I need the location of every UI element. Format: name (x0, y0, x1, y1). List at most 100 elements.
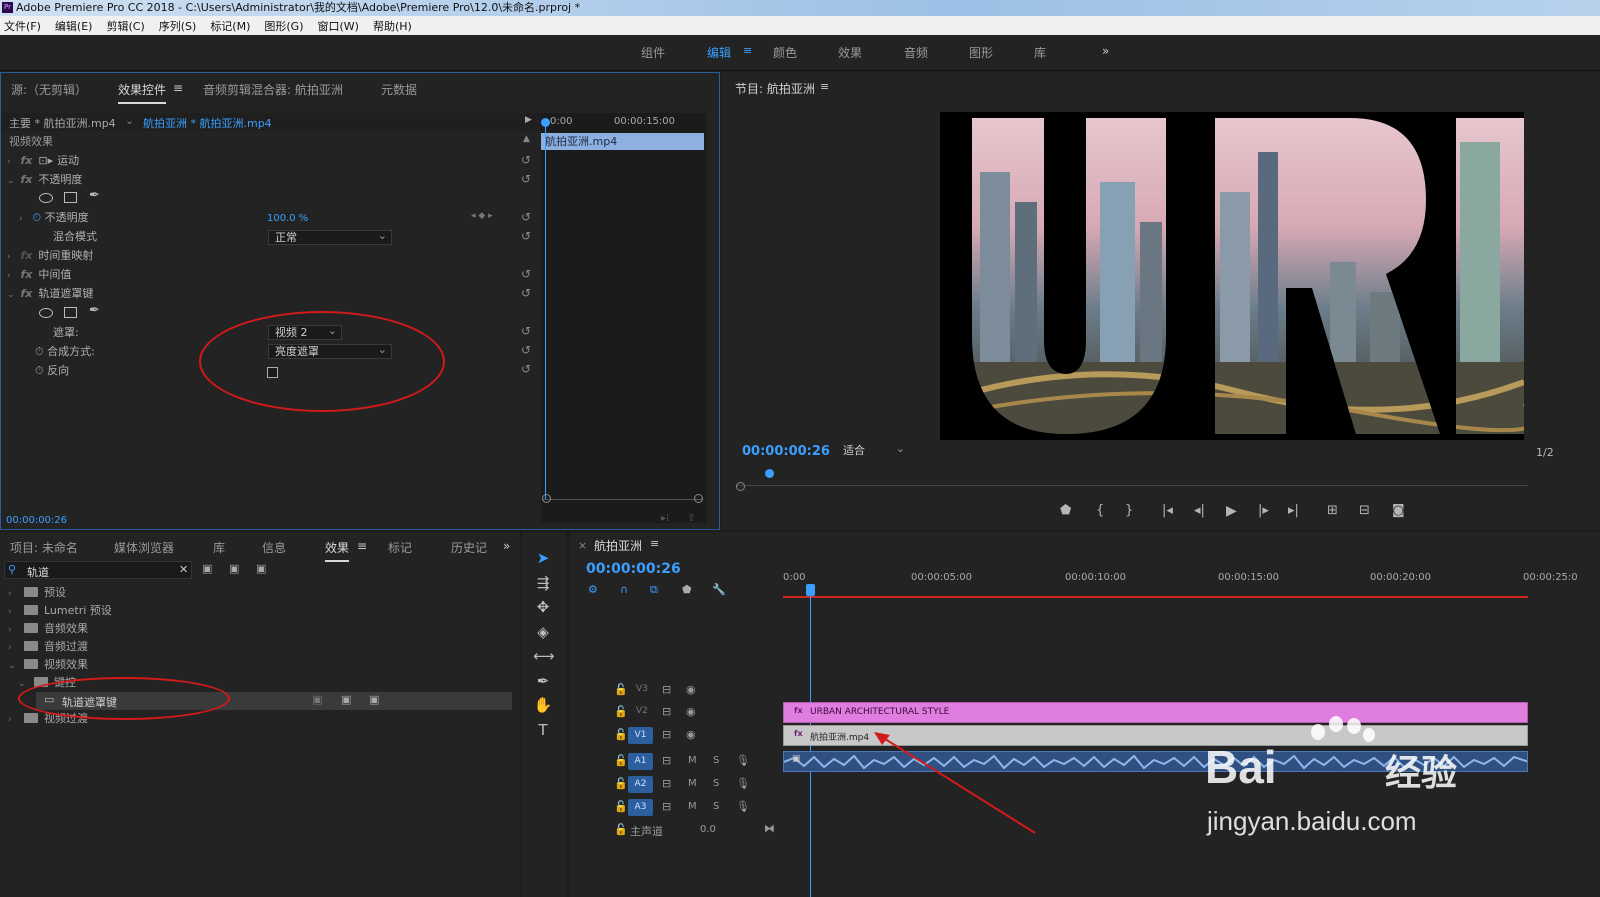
panel-menu-icon[interactable]: ≡ (357, 539, 367, 553)
lock-icon[interactable]: 🔓 (614, 705, 628, 718)
chevron-down-icon[interactable]: ⌄ (8, 657, 18, 675)
master-volume-value[interactable]: 0.0 (700, 824, 716, 835)
rectangle-mask-icon[interactable] (64, 307, 77, 318)
workspace-libraries[interactable]: 库 (1034, 44, 1046, 61)
blend-mode-dropdown[interactable]: 正常 (268, 229, 392, 245)
stopwatch-icon[interactable]: ⏱ (35, 364, 44, 377)
play-icon[interactable]: ▶ (1226, 503, 1237, 519)
tab-effects[interactable]: 效果 (325, 539, 350, 562)
mark-in-icon[interactable]: { (1096, 503, 1104, 518)
workspace-audio[interactable]: 音频 (904, 44, 928, 61)
reset-icon[interactable]: ↺ (519, 362, 533, 376)
collapse-arrow-icon[interactable]: ▲ (523, 134, 530, 144)
workspace-editing[interactable]: 编辑 (707, 44, 731, 61)
eye-icon[interactable]: ◉ (686, 705, 696, 718)
chevron-right-icon[interactable]: › (8, 639, 18, 657)
pen-tool-icon[interactable]: ✒ (533, 671, 553, 691)
lock-icon[interactable]: 🔓 (614, 800, 628, 813)
ec-playhead-handle[interactable] (541, 118, 550, 127)
effect-motion[interactable]: › fx ⊡▸ 运动 (7, 151, 79, 170)
workspace-effects[interactable]: 效果 (838, 44, 862, 61)
track-label-v1[interactable]: V1 (628, 727, 653, 744)
fx-icon[interactable]: fx (21, 268, 33, 281)
export-icon[interactable]: ⇪ (687, 513, 695, 524)
solo-button[interactable]: S (713, 755, 719, 766)
type-tool-icon[interactable]: T (533, 720, 553, 740)
slip-tool-icon[interactable]: ⟷ (533, 646, 555, 666)
chevron-down-icon[interactable]: ⌄ (7, 286, 17, 305)
razor-tool-icon[interactable]: ◈ (533, 622, 553, 642)
sequence-clip-label[interactable]: 航拍亚洲 * 航拍亚洲.mp4 (143, 115, 272, 131)
lock-icon[interactable]: 🔓 (614, 683, 628, 696)
effects-folder-lumetri[interactable]: › Lumetri 预设 (8, 602, 112, 620)
master-clip-label[interactable]: 主要 * 航拍亚洲.mp4 (9, 115, 116, 131)
fit-dropdown[interactable]: 适合 (837, 442, 909, 459)
solo-button[interactable]: S (713, 801, 719, 812)
selection-tool-icon[interactable]: ➤ (533, 548, 553, 568)
reset-icon[interactable]: ↺ (519, 286, 533, 300)
timeline-ruler[interactable]: 0:00 00:00:05:00 00:00:10:00 00:00:15:00… (783, 566, 1600, 590)
yuv-effects-icon[interactable]: ▣ (256, 562, 266, 575)
chevron-down-icon[interactable]: ⌄ (7, 172, 17, 191)
sync-lock-icon[interactable]: ⊟ (662, 728, 671, 741)
ellipse-mask-icon[interactable] (39, 193, 53, 203)
opacity-value[interactable]: 100.0 % (267, 213, 308, 224)
snap-magnet-icon[interactable]: ∩ (620, 583, 628, 596)
reset-icon[interactable]: ↺ (519, 229, 533, 243)
menu-clip[interactable]: 剪辑(C) (106, 18, 144, 34)
sync-lock-icon[interactable]: ⊟ (662, 754, 671, 767)
effect-time-remap[interactable]: › fx 时间重映射 (7, 246, 93, 265)
menu-marker[interactable]: 标记(M) (210, 18, 250, 34)
stopwatch-icon[interactable]: ⏱ (35, 345, 44, 358)
workspace-color[interactable]: 颜色 (773, 44, 797, 61)
search-input[interactable]: 轨道 (27, 564, 49, 580)
export-frame-camera-icon[interactable]: ◙ (1392, 503, 1405, 518)
workspace-more-icon[interactable]: » (1102, 44, 1109, 58)
microphone-icon[interactable]: 🎙 (736, 800, 750, 813)
tab-media-browser[interactable]: 媒体浏览器 (114, 539, 174, 556)
panel-menu-icon[interactable]: ≡ (173, 81, 183, 95)
resolution-dropdown[interactable]: 1/2 (1536, 446, 1554, 459)
lock-icon[interactable]: 🔓 (614, 823, 628, 836)
rectangle-mask-icon[interactable] (64, 192, 77, 203)
pen-mask-icon[interactable]: ✒ (89, 303, 100, 318)
program-playhead[interactable] (765, 469, 774, 478)
track-label-a2[interactable]: A2 (628, 776, 653, 793)
mute-button[interactable]: M (688, 755, 697, 766)
tab-history[interactable]: 历史记 (451, 539, 487, 556)
timeline-timecode[interactable]: 00:00:00:26 (586, 561, 681, 577)
effect-median[interactable]: › fx 中间值 (7, 265, 71, 284)
menu-sequence[interactable]: 序列(S) (159, 18, 197, 34)
lock-icon[interactable]: 🔓 (614, 754, 628, 767)
mute-button[interactable]: M (688, 778, 697, 789)
menu-edit[interactable]: 编辑(E) (55, 18, 93, 34)
reset-icon[interactable]: ↺ (519, 153, 533, 167)
go-to-out-icon[interactable]: ▸| (1288, 503, 1299, 518)
ec-clip-bar[interactable]: 航拍亚洲.mp4 (541, 133, 704, 150)
workspace-graphics[interactable]: 图形 (969, 44, 993, 61)
effects-folder-audio-transitions[interactable]: › 音频过渡 (8, 638, 88, 656)
tab-libraries[interactable]: 库 (213, 539, 225, 556)
tab-markers[interactable]: 标记 (388, 539, 412, 556)
program-video-preview[interactable] (940, 112, 1524, 440)
add-marker-icon[interactable]: ⬟ (1060, 503, 1071, 518)
wrench-settings-icon[interactable]: 🔧 (712, 583, 726, 596)
play-arrow-icon[interactable]: ▶ (525, 115, 532, 125)
program-scrub-ruler[interactable] (736, 474, 1528, 486)
reset-icon[interactable]: ↺ (519, 267, 533, 281)
menu-file[interactable]: 文件(F) (4, 18, 41, 34)
effect-track-matte[interactable]: ⌄ fx 轨道遮罩键 (7, 284, 93, 303)
ec-zoom-handle-right[interactable] (694, 494, 703, 503)
stopwatch-icon[interactable]: ⏱ (33, 211, 42, 224)
effects-folder-presets[interactable]: › 预设 (8, 584, 66, 602)
go-to-end-icon[interactable]: ⧓ (764, 822, 775, 835)
effects-folder-audio-effects[interactable]: › 音频效果 (8, 620, 88, 638)
tab-effect-controls[interactable]: 效果控件 (118, 81, 167, 104)
track-label-a1[interactable]: A1 (628, 753, 653, 770)
extract-icon[interactable]: ⊟ (1359, 503, 1370, 518)
go-to-in-icon[interactable]: |◂ (1162, 503, 1173, 518)
ellipse-mask-icon[interactable] (39, 308, 53, 318)
microphone-icon[interactable]: 🎙 (736, 754, 750, 767)
chevron-right-icon[interactable]: › (8, 711, 18, 729)
sync-lock-icon[interactable]: ⊟ (662, 777, 671, 790)
